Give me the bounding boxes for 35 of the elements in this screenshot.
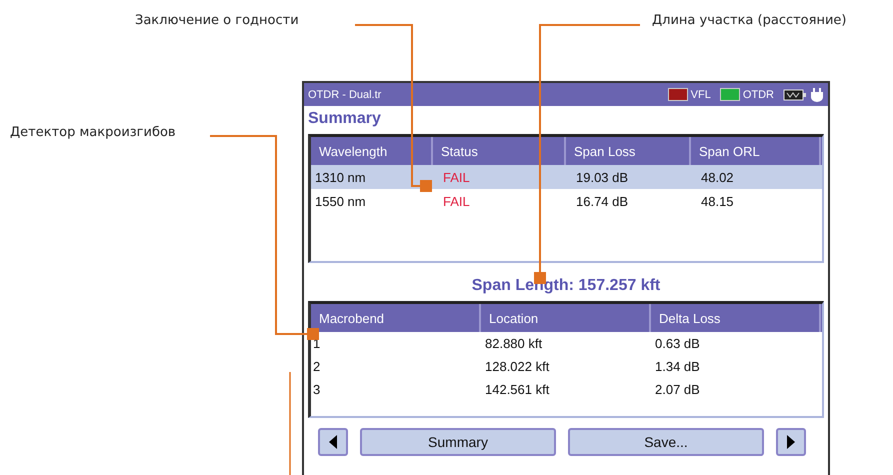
table-cell-text: 1310 nm [314,170,367,184]
table-cell-text: 82.880 kft [484,336,544,351]
page-heading: Summary [307,109,382,129]
left-arrow-icon [328,435,338,449]
table-cell-text: 1.34 dB [654,359,701,374]
previous-button[interactable] [318,428,348,456]
plug-icon [810,86,824,102]
table-cell-text: 2.07 dB [654,382,701,397]
table-cell-text: 2 [312,359,322,374]
right-arrow-icon [786,435,796,449]
column-header[interactable]: Location [481,304,651,332]
table-cell-text: 16.74 dB [575,194,630,208]
next-button[interactable] [776,428,806,456]
table-cell-text: 142.561 kft [484,382,550,397]
indicator-label: OTDR [742,88,774,100]
table-cell-text: 128.022 kft [484,359,550,374]
battery-icon [783,88,807,102]
callout-label: Заключение о годности [135,13,299,28]
callout-label: Детектор макроизгибов [10,125,176,140]
table-cell-text: 48.02 [700,170,735,184]
table-cell-text: 3 [312,382,322,397]
callout-label: Длина участка (расстояние) [652,13,846,28]
table-cell-text: 19.03 dB [575,170,630,184]
table-cell-text: 0.63 dB [654,336,701,351]
indicator-label: VFL [690,88,711,100]
table-cell-text: FAIL [442,170,471,184]
table-row[interactable]: 1550 nm FAIL 16.74 dB 48.15 [311,189,822,213]
table-cell-text: FAIL [442,194,471,208]
action-button[interactable]: Save... [568,428,764,456]
table-cell-text: 48.15 [700,194,735,208]
window-title: OTDR - Dual.tr [308,88,382,100]
table-row[interactable]: 1310 nm FAIL 19.03 dB 48.02 [311,165,822,189]
table-cell-text: 1550 nm [314,194,367,208]
action-button[interactable]: Summary [360,428,556,456]
column-header[interactable]: Delta Loss [651,304,821,332]
